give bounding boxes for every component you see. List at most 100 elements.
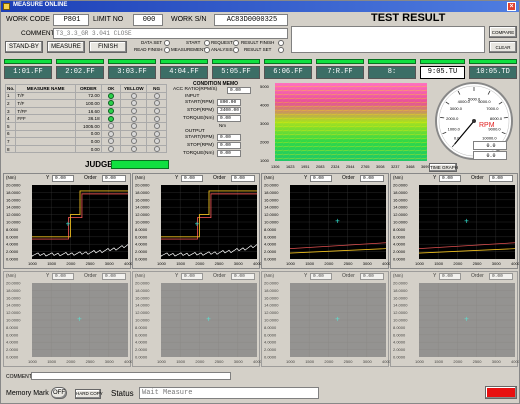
chart-y-field[interactable]: 0.00 xyxy=(181,273,203,280)
step-5[interactable]: 5:05.FF xyxy=(212,66,260,79)
ok-led-icon xyxy=(108,100,114,107)
chart-y-tick: 20.0000 xyxy=(135,183,150,188)
cell-yellow xyxy=(120,137,148,146)
acc-field[interactable]: 0.00 xyxy=(227,87,251,94)
limit-no-field[interactable]: 000 xyxy=(133,14,163,26)
cell-yellow xyxy=(120,144,148,154)
gauge-readout-1: 0.0 xyxy=(473,141,507,150)
chart-order-field[interactable]: 0.00 xyxy=(360,273,384,280)
table-row[interactable]: 2 T/F 100.00 xyxy=(4,99,167,108)
col-order: ORDER xyxy=(74,84,102,93)
cell-ok xyxy=(100,144,122,154)
chart-y-field[interactable]: 0.00 xyxy=(52,273,74,280)
table-row[interactable]: 8 0.00 xyxy=(4,144,167,154)
step-1[interactable]: 1:01.FF xyxy=(4,66,52,79)
step-6[interactable]: 6:06.FF xyxy=(264,66,312,79)
step-3[interactable]: 3:03.FF xyxy=(108,66,156,79)
chart-y-tick: 18.0000 xyxy=(264,288,279,293)
chart-y-tick: 20.0000 xyxy=(6,183,21,188)
work-sn-field[interactable]: AC83D0000325 xyxy=(214,14,288,26)
chart-y-tick: 8.0000 xyxy=(393,325,406,330)
memory-mark-toggle[interactable]: OFF xyxy=(51,387,67,399)
chart-y-field[interactable]: 0.00 xyxy=(439,273,461,280)
status-label: Status xyxy=(111,389,134,398)
chart-x-tick: 3000 xyxy=(492,359,502,364)
hard-copy-button[interactable]: HARD COPY xyxy=(75,389,103,399)
gauge-tick-label: 8000.0 xyxy=(490,116,503,121)
in-torque-field[interactable]: 0.00 xyxy=(217,115,241,122)
out-torque-field[interactable]: 0.00 xyxy=(217,150,241,157)
comment-field[interactable]: T3_3.3_GR 3.041 CLOSE xyxy=(53,28,288,39)
chart-y-field[interactable]: 0.00 xyxy=(181,175,203,182)
close-window-button[interactable]: × xyxy=(507,2,516,11)
chart-y-tick: 2.0000 xyxy=(393,249,406,254)
chart-y-tick: 2.0000 xyxy=(264,249,277,254)
step-10[interactable]: 10:05.TD xyxy=(469,66,517,79)
chart-y-tick: 14.0000 xyxy=(393,303,408,308)
chart-y-tick: 2.0000 xyxy=(6,249,19,254)
chart-y-tick: 0.0000 xyxy=(393,355,406,360)
finish-button[interactable]: FINISH xyxy=(89,41,127,53)
status-analysis-radio xyxy=(233,47,239,53)
chart-x-tick: 2500 xyxy=(473,261,483,266)
yellow-led-icon xyxy=(130,115,137,122)
chart-x-tick: 2500 xyxy=(473,359,483,364)
chart-y-field[interactable]: 0.00 xyxy=(52,175,74,182)
clear-button[interactable]: CLEAR xyxy=(489,41,517,53)
chart-y-tick: 8.0000 xyxy=(6,325,19,330)
in-start-field[interactable]: 800.00 xyxy=(217,99,241,106)
chart-y-tick: 20.0000 xyxy=(135,281,150,286)
chart-x-tick: 3000 xyxy=(234,261,244,266)
chart-x-tick: 3000 xyxy=(105,359,115,364)
judge-indicator xyxy=(111,160,169,169)
work-code-field[interactable]: P801 xyxy=(53,14,89,26)
chart-order-label: Order xyxy=(471,273,484,279)
chart-y-field[interactable]: 0.00 xyxy=(310,273,332,280)
in-stop-field[interactable]: 3400.00 xyxy=(217,107,241,114)
compare-button[interactable]: COMPARE xyxy=(489,26,517,38)
chart-y-field[interactable]: 0.00 xyxy=(310,175,332,182)
table-row[interactable]: 1 T/F 72.00 xyxy=(4,91,167,101)
step-4[interactable]: 4:04.FF xyxy=(160,66,208,79)
chart-order-field[interactable]: 0.00 xyxy=(489,273,513,280)
chart-order-field[interactable]: 0.00 xyxy=(489,175,513,182)
chart-y-unit: (Nm) xyxy=(393,175,403,180)
table-row[interactable]: 4 FFF 36.18 xyxy=(4,114,167,123)
chart-y-tick: 8.0000 xyxy=(264,227,277,232)
step-7[interactable]: 7:R.FF xyxy=(316,66,364,79)
chart-y-field[interactable]: 0.00 xyxy=(439,175,461,182)
ng-led-icon xyxy=(153,92,160,99)
app-icon xyxy=(3,3,10,10)
chart-y-tick: 8.0000 xyxy=(6,227,19,232)
step-8[interactable]: 8: xyxy=(368,66,416,79)
chart-y-tick: 12.0000 xyxy=(6,212,21,217)
chart-y-tick: 16.0000 xyxy=(135,295,150,300)
out-stop-field[interactable]: 0.00 xyxy=(217,142,241,149)
standby-button[interactable]: STAND-BY xyxy=(5,41,43,53)
chart-order-field[interactable]: 0.00 xyxy=(102,273,126,280)
chart-order-field[interactable]: 0.00 xyxy=(360,175,384,182)
table-row[interactable]: 5 1005.00 xyxy=(4,121,167,131)
chart-order-field[interactable]: 0.00 xyxy=(231,273,255,280)
memory-mark-label: Memory Mark xyxy=(6,390,49,397)
table-row[interactable]: 3 T/FF 16.60 xyxy=(4,106,167,116)
out-start-field[interactable]: 0.00 xyxy=(217,134,241,141)
heatmap-x-tick: 2544 xyxy=(346,165,354,169)
status-start-radio xyxy=(204,40,210,46)
time-graph-button[interactable]: TIME GRAPH xyxy=(429,163,458,172)
table-row[interactable]: 6 0.00 xyxy=(4,129,167,139)
footer-comment-field[interactable] xyxy=(31,372,231,380)
chart-y-tick: 14.0000 xyxy=(264,303,279,308)
chart-order-field[interactable]: 0.00 xyxy=(231,175,255,182)
stop-button[interactable]: STOP xyxy=(485,386,517,399)
step-8-progress xyxy=(368,59,416,64)
table-row[interactable]: 7 0.00 xyxy=(4,137,167,146)
chart-y-unit: (Nm) xyxy=(135,273,145,278)
heatmap-x-tick: 2324 xyxy=(331,165,339,169)
step-9[interactable]: 9:05.TU xyxy=(420,66,465,79)
chart-y-tick: 16.0000 xyxy=(264,197,279,202)
chart-order-field[interactable]: 0.00 xyxy=(102,175,126,182)
measure-button[interactable]: MEASURE xyxy=(47,41,85,53)
out-stop-label: STOP(RPM) xyxy=(187,143,214,148)
step-2[interactable]: 2:02.FF xyxy=(56,66,104,79)
